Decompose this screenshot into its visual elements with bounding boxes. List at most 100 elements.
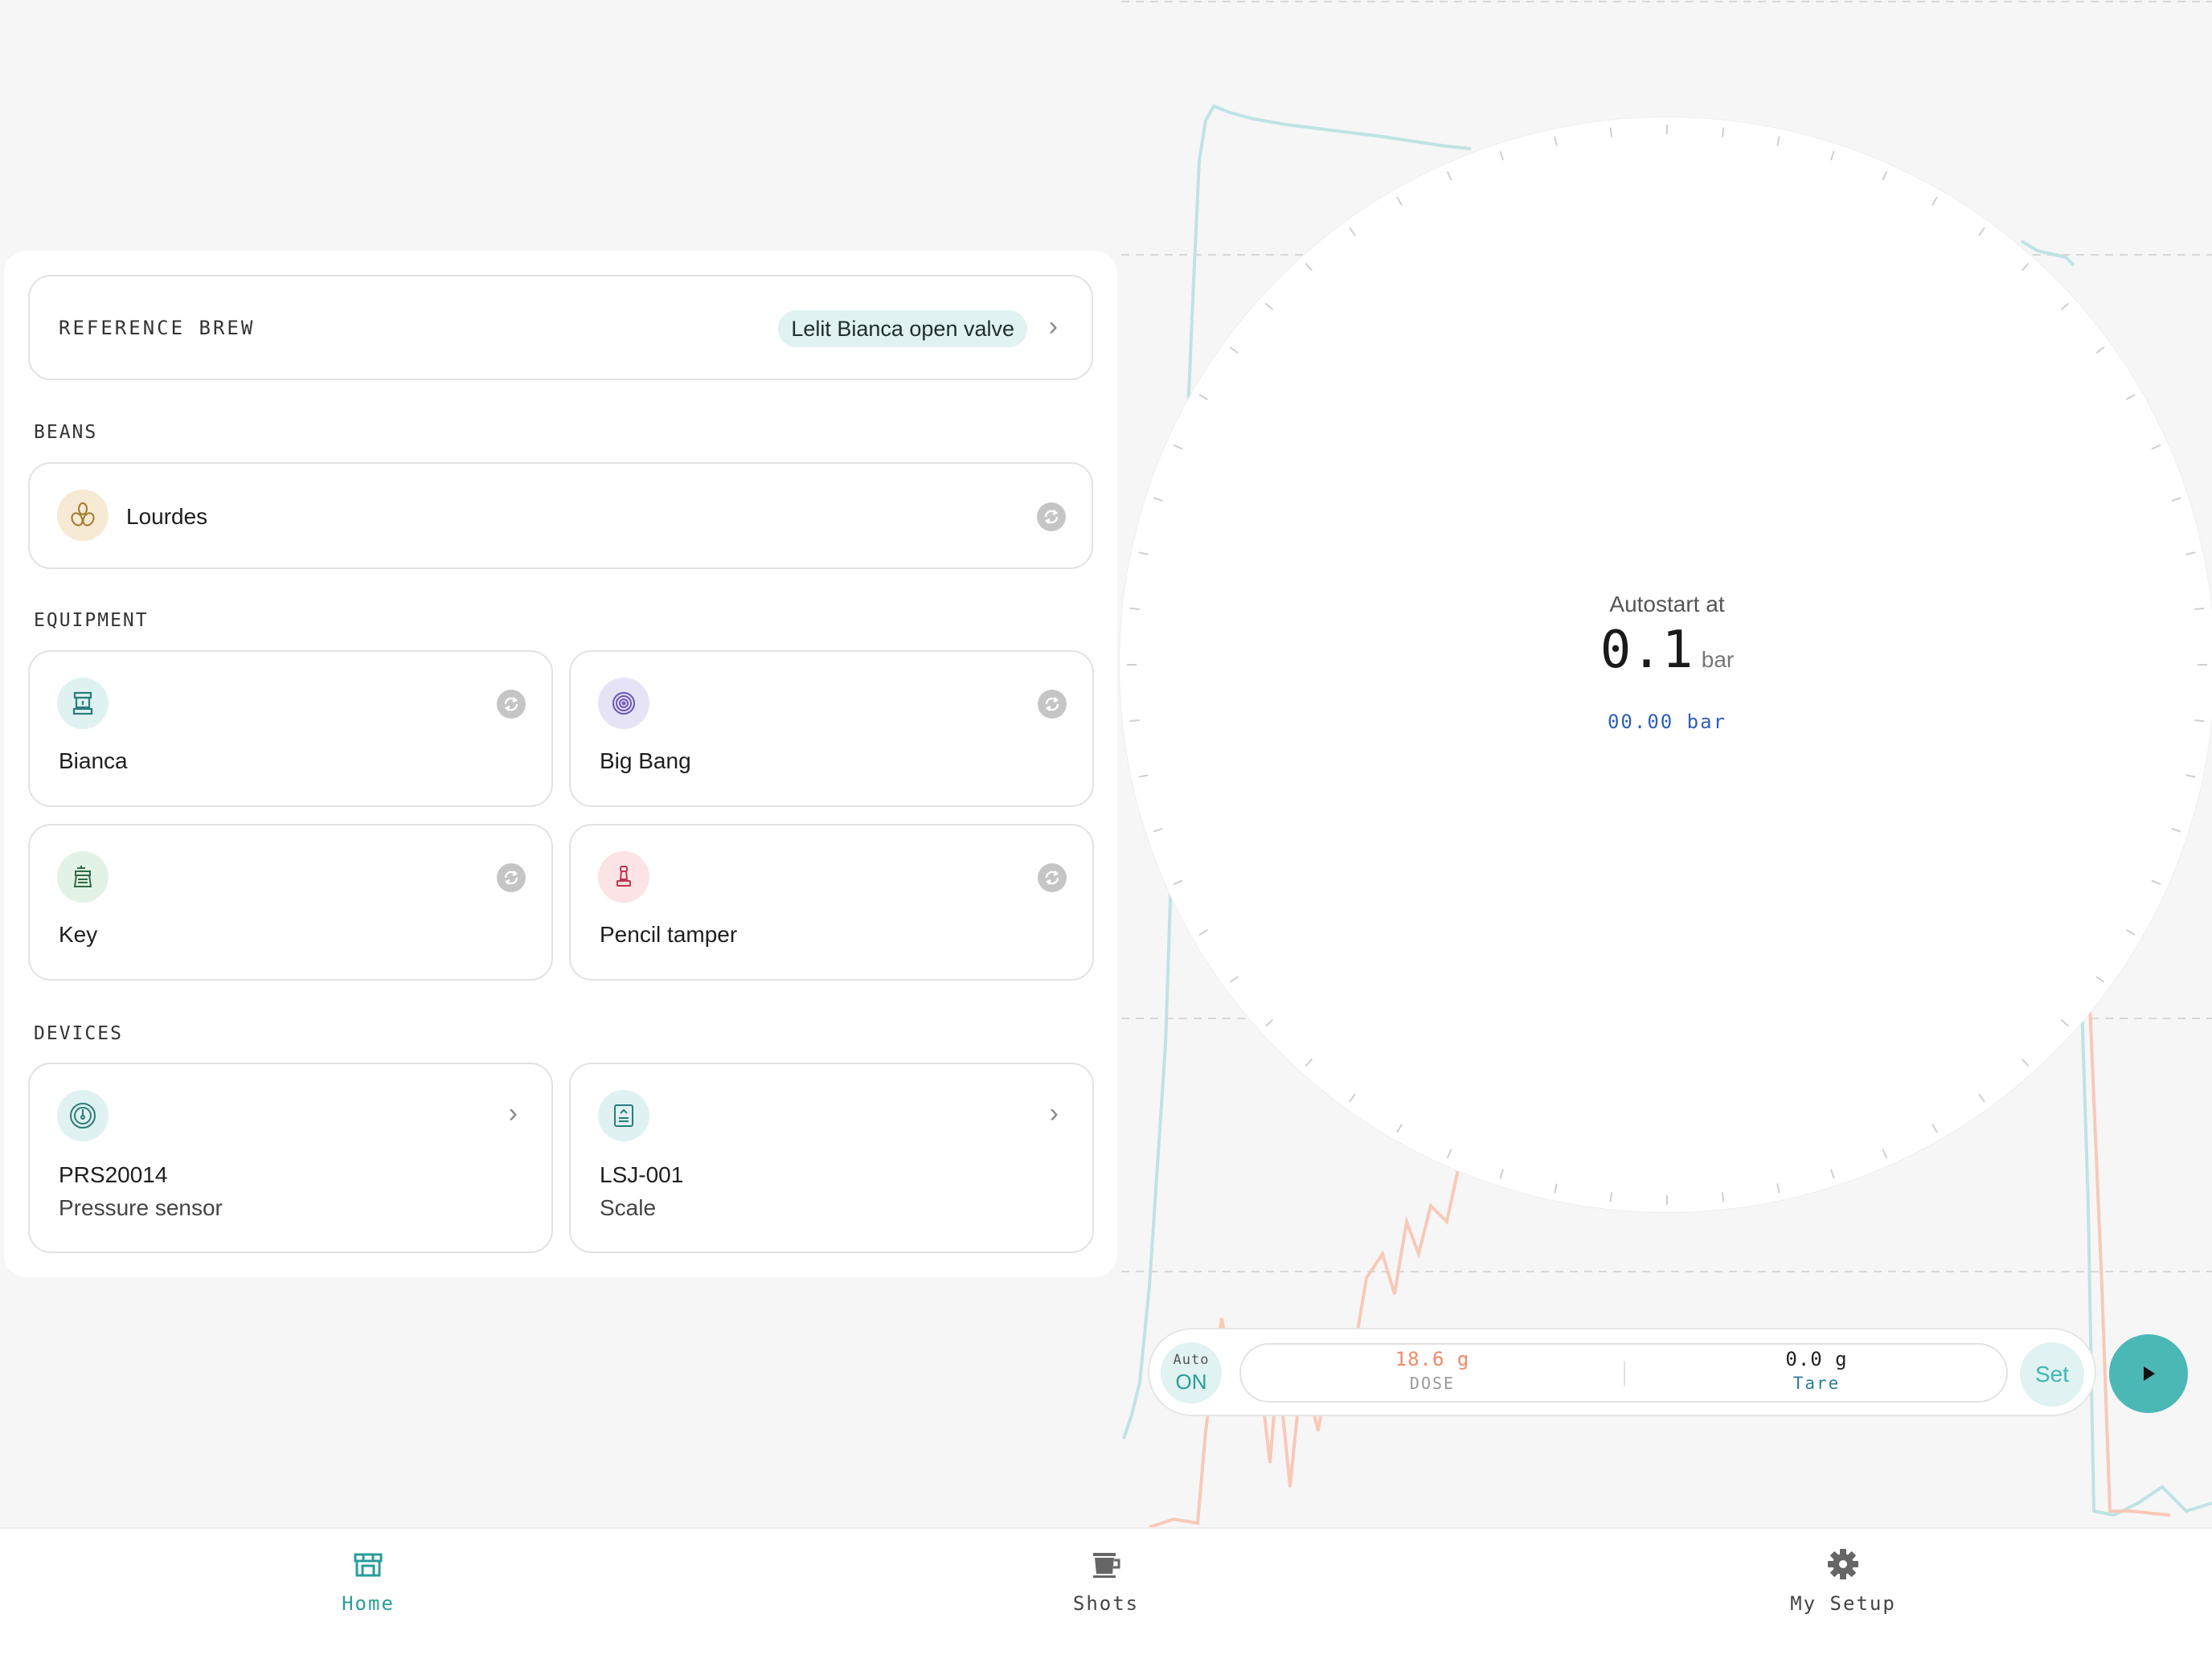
equipment-card-tamper[interactable]: Pencil tamper — [569, 824, 1094, 981]
dial-tick — [1305, 1058, 1313, 1067]
dial-tick — [1882, 170, 1888, 181]
reference-brew-card[interactable]: REFERENCE BREW Lelit Bianca open valve › — [28, 275, 1093, 380]
nav-home[interactable]: Home — [288, 1546, 449, 1615]
dial-tick — [2151, 444, 2161, 450]
chevron-right-icon: › — [1048, 311, 1058, 342]
dial-tick — [1229, 346, 1239, 354]
dial-tick — [2060, 302, 2070, 311]
dial-tick — [2185, 551, 2196, 555]
dial-tick — [1305, 262, 1313, 272]
nav-my-setup[interactable]: My Setup — [1763, 1546, 1923, 1615]
auto-toggle[interactable]: Auto ON — [1161, 1342, 1222, 1403]
dial-tick — [1446, 170, 1452, 181]
dial-tick — [1396, 1124, 1403, 1133]
swap-icon[interactable] — [1038, 690, 1067, 719]
dial-tick — [1153, 497, 1163, 502]
swap-icon[interactable] — [1037, 502, 1066, 531]
tare-value: 0.0 g — [1785, 1348, 1848, 1370]
equipment-name: Pencil tamper — [600, 922, 738, 947]
equipment-card-machine[interactable]: Bianca — [28, 650, 553, 807]
dial-tick — [2171, 828, 2181, 833]
dial-tick — [2126, 929, 2136, 936]
dial-tick — [1882, 1149, 1888, 1159]
play-icon — [2144, 1366, 2155, 1381]
chevron-right-icon: › — [508, 1098, 518, 1129]
dial-tick — [1229, 976, 1239, 983]
swap-icon[interactable] — [497, 690, 526, 719]
dial-tick — [1264, 302, 1274, 311]
coffee-cup-icon — [1093, 1553, 1120, 1578]
dial-tick — [1830, 1169, 1835, 1179]
dial-tick — [1138, 774, 1149, 778]
dial-tick — [1446, 1149, 1452, 1159]
dial-tick — [1499, 1169, 1504, 1179]
set-button[interactable]: Set — [2020, 1342, 2084, 1407]
nav-my-setup-label: My Setup — [1790, 1592, 1896, 1615]
dose-field[interactable]: 18.6 g DOSE — [1241, 1345, 1624, 1401]
equipment-card-grinder[interactable]: Key — [28, 824, 553, 981]
dial-tick — [1609, 127, 1613, 137]
reference-brew-pill[interactable]: Lelit Bianca open valve — [778, 310, 1027, 347]
equipment-name: Big Bang — [600, 748, 691, 773]
reference-brew-label: REFERENCE BREW — [59, 317, 256, 339]
device-card-pressure-sensor[interactable]: › PRS20014 Pressure sensor — [28, 1063, 553, 1253]
autostart-title: Autostart at — [1609, 592, 1725, 616]
dial-tick — [2095, 346, 2105, 354]
dial-tick — [2021, 262, 2030, 272]
tare-label: Tare — [1792, 1374, 1841, 1393]
nav-shots-label: Shots — [1072, 1592, 1140, 1615]
brew-control-bar: Auto ON 18.6 g DOSE 0.0 g Tare Set — [1148, 1328, 2096, 1416]
dial-tick — [1978, 1093, 1985, 1103]
scale-icon — [598, 1090, 649, 1141]
dose-value: 18.6 g — [1395, 1348, 1470, 1370]
dial-tick — [2151, 879, 2161, 886]
dial-tick — [1173, 879, 1183, 886]
device-type: Scale — [600, 1195, 657, 1220]
swap-icon[interactable] — [1038, 863, 1067, 892]
dial-tick — [1173, 444, 1183, 450]
device-name: LSJ-001 — [600, 1162, 684, 1187]
dial-tick — [1776, 1183, 1780, 1194]
nav-shots[interactable]: Shots — [1026, 1546, 1186, 1615]
dial-tick — [1153, 828, 1163, 833]
dose-tare-field: 18.6 g DOSE 0.0 g Tare — [1239, 1343, 2008, 1403]
beans-card[interactable]: Lourdes — [28, 462, 1093, 569]
autostart-value: 0.1 — [1600, 621, 1694, 680]
dial-tick — [1931, 1124, 1938, 1133]
device-type: Pressure sensor — [59, 1195, 223, 1220]
beans-section-label: BEANS — [34, 422, 98, 443]
dial-tick — [1830, 150, 1835, 161]
dial-tick — [1264, 1018, 1274, 1027]
dial-tick — [2095, 976, 2105, 983]
dial-tick — [1349, 227, 1356, 236]
dial-tick — [1198, 929, 1208, 936]
device-card-scale[interactable]: › LSJ-001 Scale — [569, 1063, 1094, 1253]
grinder-icon — [57, 851, 109, 903]
dial-tick — [1499, 150, 1504, 161]
dial-tick — [2021, 1058, 2030, 1067]
store-icon — [354, 1553, 383, 1577]
pressure-dial[interactable]: Autostart at 0.1 bar 00.00 bar — [1120, 117, 2212, 1212]
equipment-section-label: EQUIPMENT — [34, 610, 149, 631]
auto-state: ON — [1175, 1370, 1207, 1394]
pressure-gauge-icon — [57, 1090, 109, 1141]
start-brew-button[interactable] — [2109, 1334, 2188, 1413]
dial-tick — [1721, 127, 1725, 137]
equipment-card-burrs[interactable]: Big Bang — [569, 650, 1094, 807]
brew-setup-panel: REFERENCE BREW Lelit Bianca open valve ›… — [4, 251, 1117, 1277]
bottom-navigation: Home Shots My Setup — [0, 1527, 2212, 1659]
dial-tick — [1349, 1093, 1356, 1103]
devices-section-label: DEVICES — [34, 1023, 123, 1044]
equipment-name: Key — [59, 922, 98, 947]
nav-home-label: Home — [342, 1592, 395, 1615]
dial-tick — [1138, 551, 1149, 555]
device-name: PRS20014 — [59, 1162, 168, 1187]
burr-icon — [598, 678, 649, 729]
tare-field[interactable]: 0.0 g Tare — [1625, 1345, 2008, 1401]
dial-tick — [1978, 227, 1985, 236]
bean-name: Lourdes — [126, 504, 208, 529]
tamper-icon — [598, 851, 649, 903]
swap-icon[interactable] — [497, 863, 526, 892]
dial-tick — [1609, 1192, 1613, 1202]
auto-label: Auto — [1173, 1352, 1210, 1368]
